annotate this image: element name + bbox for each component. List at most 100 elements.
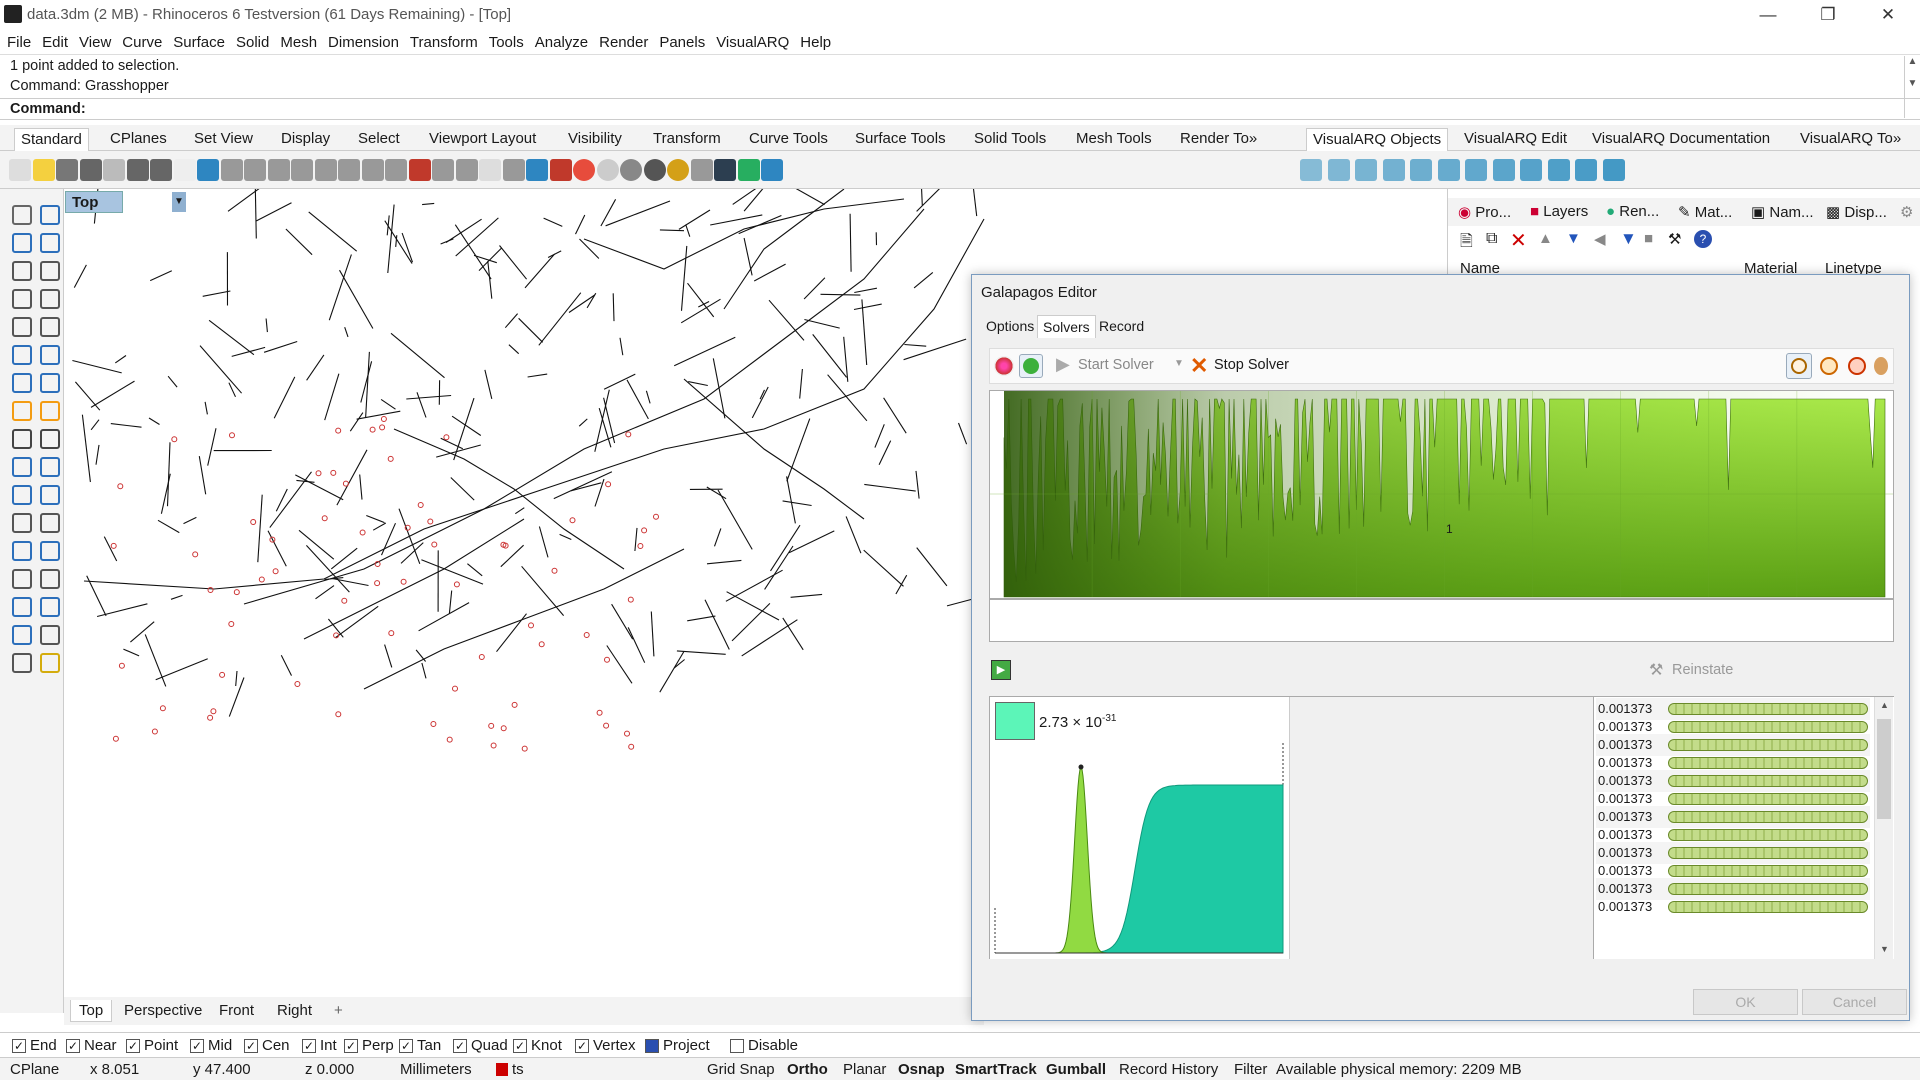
osnap-perp[interactable]: ✓ Perp: [344, 1037, 394, 1054]
osnap-tan[interactable]: ✓ Tan: [399, 1037, 441, 1054]
menu-view[interactable]: View: [79, 34, 111, 51]
boolean-icon[interactable]: [40, 373, 60, 393]
move-icon[interactable]: [12, 457, 32, 477]
filter-toggle[interactable]: Filter: [1234, 1061, 1267, 1078]
panel-tab-layers[interactable]: ■ Layers: [1530, 203, 1588, 220]
plane-icon[interactable]: [40, 401, 60, 421]
new-file-icon[interactable]: [9, 159, 31, 181]
osnap-int[interactable]: ✓ Int: [302, 1037, 337, 1054]
current-layer[interactable]: ts: [512, 1061, 524, 1078]
globe-icon[interactable]: [737, 159, 760, 181]
osnap-toggle[interactable]: Osnap: [898, 1061, 945, 1078]
snap-icon[interactable]: [714, 159, 736, 181]
delete-layer-icon[interactable]: ✕: [1510, 228, 1527, 253]
tab-select[interactable]: Select: [352, 128, 406, 151]
osnap-checkbox[interactable]: ✓: [66, 1038, 80, 1053]
osnap-project[interactable]: Project: [645, 1037, 710, 1054]
tab-record[interactable]: Record: [1094, 315, 1149, 337]
add-view-tab-icon[interactable]: +: [326, 1000, 351, 1022]
move-up-icon[interactable]: ▲: [1538, 230, 1553, 247]
tab-solid-tools[interactable]: Solid Tools: [968, 128, 1052, 151]
panel-settings-gear-icon[interactable]: ⚙: [1900, 203, 1913, 221]
units-label[interactable]: Millimeters: [400, 1061, 472, 1078]
start-solver-dropdown-icon[interactable]: ▼: [1174, 358, 1184, 369]
osnap-mid[interactable]: ✓ Mid: [190, 1037, 232, 1054]
undo-icon[interactable]: [197, 159, 219, 181]
close-button[interactable]: ✕: [1860, 0, 1916, 30]
cplane-label[interactable]: CPlane: [10, 1061, 59, 1078]
grid-array-icon[interactable]: [12, 569, 32, 589]
cylinder-icon[interactable]: [12, 401, 32, 421]
select-icon[interactable]: [12, 205, 32, 225]
help-icon[interactable]: [761, 159, 783, 181]
stair-icon[interactable]: [1465, 159, 1487, 181]
zoom-selected-icon[interactable]: [338, 159, 360, 181]
osnap-checkbox[interactable]: ✓: [453, 1038, 467, 1053]
new-layer-icon[interactable]: 🗎: [1460, 230, 1473, 257]
menu-file[interactable]: File: [7, 34, 31, 51]
maximize-button[interactable]: ❐: [1800, 0, 1856, 30]
viewport-menu-arrow-icon[interactable]: ▼: [172, 192, 186, 212]
menu-transform[interactable]: Transform: [410, 34, 478, 51]
menu-analyze[interactable]: Analyze: [535, 34, 588, 51]
camera-icon[interactable]: [432, 159, 454, 181]
reinstate-button[interactable]: Reinstate: [1672, 662, 1733, 678]
osnap-cen[interactable]: ✓ Cen: [244, 1037, 290, 1054]
gauge-icon[interactable]: [1848, 357, 1866, 375]
furniture-icon[interactable]: [1602, 159, 1625, 181]
target-icon[interactable]: [455, 159, 478, 181]
lock-icon[interactable]: [526, 159, 548, 181]
grid-icon[interactable]: [385, 159, 407, 181]
open-icon[interactable]: [32, 159, 55, 181]
highlighter-icon[interactable]: [667, 159, 689, 181]
minimize-button[interactable]: —: [1740, 0, 1796, 30]
rectangle-icon[interactable]: [40, 289, 60, 309]
curtain-wall-icon[interactable]: [1327, 159, 1350, 181]
osnap-checkbox[interactable]: ✓: [399, 1038, 413, 1053]
osnap-checkbox[interactable]: ✓: [190, 1038, 204, 1053]
check-icon[interactable]: [40, 625, 60, 645]
tab-options[interactable]: Options: [981, 315, 1039, 337]
wall-icon[interactable]: [1300, 159, 1322, 181]
cut-icon[interactable]: [126, 159, 149, 181]
start-solver-button[interactable]: Start Solver: [1078, 357, 1154, 373]
tab-viewport-layout[interactable]: Viewport Layout: [423, 128, 542, 151]
view-tab-right[interactable]: Right: [269, 1000, 320, 1022]
mesh-icon[interactable]: [12, 653, 32, 673]
osnap-checkbox[interactable]: ✓: [12, 1038, 26, 1053]
menu-tools[interactable]: Tools: [489, 34, 524, 51]
tab-visibility[interactable]: Visibility: [562, 128, 628, 151]
car-icon[interactable]: [408, 159, 431, 181]
rotate-icon[interactable]: [244, 159, 266, 181]
menu-visualarq[interactable]: VisualARQ: [716, 34, 789, 51]
planar-toggle[interactable]: Planar: [843, 1061, 886, 1078]
ellipse-icon[interactable]: [40, 261, 60, 281]
view-tab-top[interactable]: Top: [70, 1000, 113, 1022]
osnap-disable[interactable]: Disable: [730, 1037, 798, 1054]
fillet-icon[interactable]: [40, 317, 60, 337]
point-icon[interactable]: [40, 205, 60, 225]
beam-icon[interactable]: [1410, 159, 1432, 181]
osnap-checkbox[interactable]: ✓: [344, 1038, 358, 1053]
rotate-view-icon[interactable]: [361, 159, 384, 181]
panel-tab-materials[interactable]: ✎ Mat...: [1678, 203, 1732, 221]
column-icon[interactable]: [1382, 159, 1405, 181]
sphere-icon[interactable]: [596, 159, 619, 181]
grid-snap-toggle[interactable]: Grid Snap: [707, 1061, 775, 1078]
solver-refresh-button[interactable]: [1019, 354, 1043, 378]
array-icon[interactable]: [40, 457, 60, 477]
element-icon[interactable]: [1575, 159, 1597, 181]
ortho-toggle[interactable]: Ortho: [787, 1061, 828, 1078]
panel-tab-named-views[interactable]: ▣ Nam...: [1751, 203, 1814, 221]
menu-help[interactable]: Help: [800, 34, 831, 51]
genome-list[interactable]: 0.001373 0.001373 0.001373 0.001373 0.001373…: [1594, 697, 1894, 959]
dimension-icon[interactable]: [40, 541, 60, 561]
layer-tools-icon[interactable]: ■: [1644, 230, 1653, 247]
print-icon[interactable]: [79, 159, 102, 181]
smarttrack-toggle[interactable]: SmartTrack: [955, 1061, 1037, 1078]
panel-tab-display[interactable]: ▩ Disp...: [1826, 203, 1887, 221]
genome-scrollbar[interactable]: ▲ ▼: [1874, 697, 1893, 959]
color-wheel-icon[interactable]: [573, 159, 595, 181]
solver-record-icon[interactable]: [994, 356, 1014, 376]
scroll-up-icon[interactable]: ▲: [1880, 700, 1889, 710]
